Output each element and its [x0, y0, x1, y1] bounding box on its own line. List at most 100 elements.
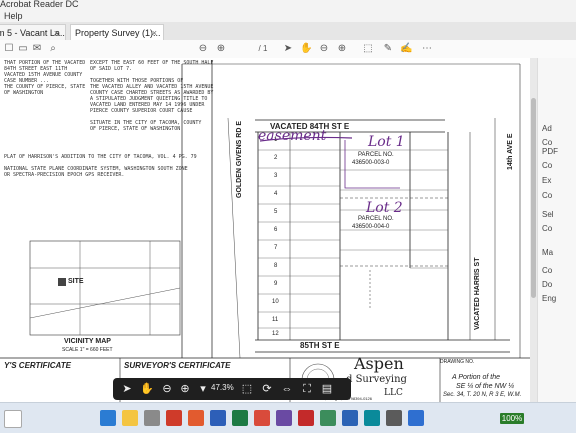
- menu-help[interactable]: Help: [4, 11, 23, 21]
- tool-item[interactable]: Co: [542, 161, 552, 170]
- app-icon[interactable]: [386, 410, 402, 426]
- portion-line-1: A Portion of the: [452, 374, 500, 381]
- lot-number: 5: [274, 209, 278, 215]
- acrobat-icon[interactable]: [298, 410, 314, 426]
- hand-icon[interactable]: ✋: [300, 42, 312, 56]
- mail-icon[interactable]: ✉: [30, 42, 44, 56]
- scrollbar-thumb[interactable]: [531, 98, 536, 298]
- app-icon[interactable]: [364, 410, 380, 426]
- tab-property-survey[interactable]: Property Survey (1)... ×: [70, 24, 164, 40]
- word-icon[interactable]: [210, 410, 226, 426]
- read-mode-icon[interactable]: ▤: [319, 381, 335, 397]
- legal-text-block: EXCEPT THE EAST 60 FEET OF THE SOUTH HAL…: [90, 60, 214, 132]
- tab-bar: m 5 - Vacant La... × Property Survey (1)…: [0, 22, 576, 41]
- street-label-right-2: 14th AVE E: [507, 133, 514, 170]
- tool-item[interactable]: Co: [542, 266, 552, 275]
- handwritten-lot-2: Lot 2: [366, 200, 403, 216]
- company-name-2: d Surveying: [346, 374, 407, 385]
- lot-number: 7: [274, 245, 278, 251]
- legal-text-block: PLAT OF HARRISON'S ADDITION TO THE CITY …: [4, 154, 197, 178]
- excel-icon[interactable]: [232, 410, 248, 426]
- tool-item[interactable]: Ex: [542, 176, 551, 185]
- portion-line-3: Sec. 34, T. 20 N, R 3 E, W.M.: [443, 392, 522, 398]
- tool-item[interactable]: Do: [542, 280, 552, 289]
- cursor-icon[interactable]: ➤: [119, 381, 135, 397]
- tool-item[interactable]: Eng: [542, 294, 556, 303]
- tool-item[interactable]: PDF: [542, 147, 558, 156]
- handwritten-easement: easement: [258, 128, 327, 144]
- fit-page-icon[interactable]: ⬚: [362, 42, 374, 56]
- zoom-in-icon[interactable]: ⊕: [336, 42, 348, 56]
- edge-icon[interactable]: [100, 410, 116, 426]
- page-total: / 1: [258, 44, 268, 53]
- parcel-label: PARCEL NO.: [358, 216, 394, 222]
- search-box[interactable]: [4, 410, 22, 428]
- tool-item[interactable]: Ma: [542, 248, 553, 257]
- vicinity-map-title: VICINITY MAP: [64, 338, 111, 345]
- print-icon[interactable]: ▭: [16, 42, 30, 56]
- vertical-scrollbar[interactable]: [530, 58, 537, 402]
- lot-number: 2: [274, 155, 278, 161]
- battery-indicator[interactable]: 100%: [500, 413, 524, 424]
- parcel-number: 436500-004-0: [352, 224, 390, 230]
- tool-item[interactable]: Co: [542, 224, 552, 233]
- rotate-icon[interactable]: ⟳: [259, 381, 275, 397]
- fit-page-icon[interactable]: ⬚: [239, 381, 255, 397]
- cursor-icon[interactable]: ➤: [282, 42, 294, 56]
- more-icon[interactable]: ⋯: [420, 42, 434, 56]
- menu-bar: Help: [0, 10, 576, 22]
- comment-icon[interactable]: ✎: [382, 42, 394, 56]
- tool-item[interactable]: Co: [542, 138, 552, 147]
- lot-number: 10: [272, 299, 279, 305]
- app-icon[interactable]: [320, 410, 336, 426]
- lot-number: 3: [274, 173, 278, 179]
- vicinity-site-label: SITE: [68, 278, 84, 285]
- survey-page[interactable]: THAT PORTION OF THE VACATED 84TH STREET …: [0, 58, 530, 402]
- portion-line-2: SE ¼ of the NW ¼: [456, 383, 514, 390]
- window-titlebar: Acrobat Reader DC: [0, 0, 576, 10]
- teams-icon[interactable]: [276, 410, 292, 426]
- folder-icon[interactable]: [122, 410, 138, 426]
- parcel-number: 436500-003-0: [352, 160, 390, 166]
- sign-icon[interactable]: ✍: [400, 42, 412, 56]
- close-icon[interactable]: ×: [54, 25, 59, 40]
- close-icon[interactable]: ×: [152, 25, 157, 40]
- taskbar: [0, 402, 576, 433]
- floating-page-toolbar: ➤ ✋ ⊖ ⊕ ▾ 47.3% ⬚ ⟳ ⇔ ⛶ ▤: [113, 378, 351, 400]
- page-up-icon[interactable]: ⊖: [197, 42, 209, 56]
- company-name: Aspen: [354, 354, 404, 373]
- zoom-out-icon[interactable]: ⊖: [159, 381, 175, 397]
- handwritten-lot-1: Lot 1: [368, 134, 405, 150]
- vicinity-map-scale: SCALE 1" = 660 FEET: [62, 347, 113, 353]
- street-label-right-1: VACATED HARRIS ST: [474, 257, 481, 330]
- tool-item[interactable]: Co: [542, 191, 552, 200]
- mail-icon[interactable]: [144, 410, 160, 426]
- zoom-level[interactable]: 47.3%: [211, 383, 234, 392]
- county-certificate-title: Y'S CERTIFICATE: [4, 361, 71, 370]
- tab-label: Property Survey (1)...: [75, 28, 161, 38]
- zoom-in-icon[interactable]: ⊕: [177, 381, 193, 397]
- save-icon[interactable]: ☐: [2, 42, 16, 56]
- tool-item[interactable]: Ad: [542, 124, 552, 133]
- lot-number: 4: [274, 191, 278, 197]
- search-icon[interactable]: ⌕: [46, 42, 60, 56]
- hand-icon[interactable]: ✋: [139, 381, 155, 397]
- drawing-number-label: DRAWING NO.: [440, 359, 475, 365]
- app-icon[interactable]: [408, 410, 424, 426]
- window-title: Acrobat Reader DC: [0, 0, 79, 9]
- lot-number: 6: [274, 227, 278, 233]
- zoom-out-icon[interactable]: ⊖: [318, 42, 330, 56]
- full-screen-icon[interactable]: ⛶: [299, 381, 315, 397]
- page-down-icon[interactable]: ⊕: [215, 42, 227, 56]
- tool-item[interactable]: Sel: [542, 210, 554, 219]
- main-toolbar: ☐ ▭ ✉ ⌕ ⊖ ⊕ 1 / 1 ➤ ✋ ⊖ ⊕ ⬚ ✎ ✍ ⋯: [0, 40, 576, 96]
- app-icon[interactable]: [342, 410, 358, 426]
- fit-width-icon[interactable]: ⇔: [279, 381, 295, 397]
- chrome-icon[interactable]: [254, 410, 270, 426]
- office-icon[interactable]: [166, 410, 182, 426]
- powerpoint-icon[interactable]: [188, 410, 204, 426]
- legal-text-block: THAT PORTION OF THE VACATED 84TH STREET …: [4, 60, 86, 96]
- parcel-label: PARCEL NO.: [358, 152, 394, 158]
- tab-vacant-land[interactable]: m 5 - Vacant La... ×: [0, 24, 66, 40]
- chevron-down-icon[interactable]: ▾: [195, 381, 211, 397]
